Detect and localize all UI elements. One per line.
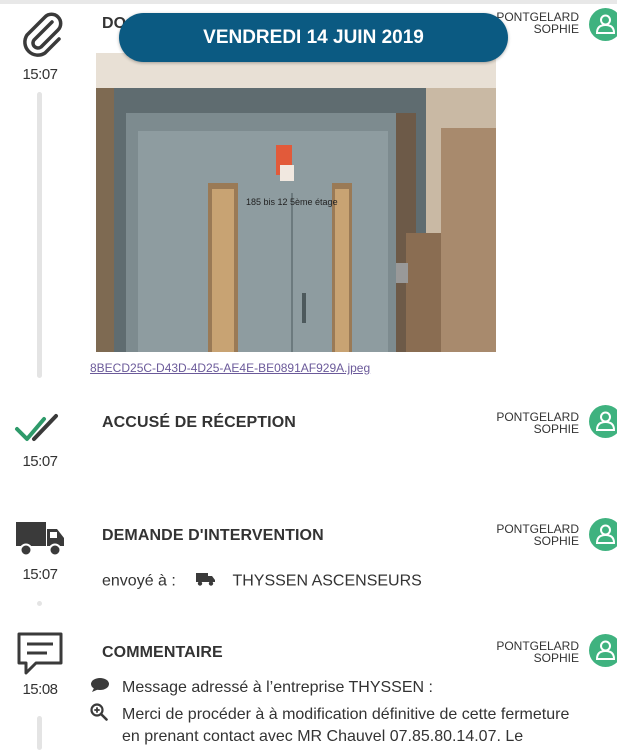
- avatar[interactable]: [589, 518, 617, 551]
- timeline-line: [37, 716, 42, 750]
- comment-body-line: Merci de procéder à à modification défin…: [90, 703, 569, 726]
- zoom-icon[interactable]: [90, 703, 112, 726]
- entry-icon-column: 15:07: [10, 8, 70, 83]
- user-icon: [596, 640, 615, 660]
- paperclip-icon: [10, 8, 70, 60]
- user-icon: [596, 14, 615, 34]
- author-name: PONTGELARD SOPHIE: [496, 639, 579, 665]
- avatar[interactable]: [589, 8, 617, 41]
- timeline-line: [37, 601, 42, 606]
- speech-bubble-icon: [90, 677, 112, 698]
- entry-time: 15:07: [22, 453, 58, 470]
- double-check-icon: [10, 410, 70, 444]
- entry-time: 15:07: [22, 566, 58, 583]
- avatar[interactable]: [589, 405, 617, 438]
- attachment-photo[interactable]: 185 bis 12 5ème étage: [96, 53, 496, 352]
- avatar[interactable]: [589, 634, 617, 667]
- attachment-file-link[interactable]: 8BECD25C-D43D-4D25-AE4E-BE0891AF929A.jpe…: [90, 361, 370, 375]
- user-icon: [596, 524, 615, 544]
- author-name: PONTGELARD SOPHIE: [496, 410, 579, 436]
- entry-title: ACCUSÉ DE RÉCEPTION: [102, 414, 296, 431]
- entry-time: 15:08: [22, 681, 58, 698]
- truck-icon: [196, 572, 216, 591]
- date-banner: VENDREDI 14 JUIN 2019: [119, 13, 508, 62]
- entry-icon-column: 15:08: [10, 631, 70, 698]
- sent-to-label: envoyé à :: [102, 572, 176, 590]
- entry-icon-column: 15:07: [10, 519, 70, 583]
- entry-icon-column: 15:07: [10, 410, 70, 470]
- entry-title: COMMENTAIRE: [102, 644, 223, 661]
- comment-body-line: en prenant contact avec MR Chauvel 07.85…: [122, 728, 524, 745]
- entry-title: DEMANDE D'INTERVENTION: [102, 527, 324, 544]
- author-name: PONTGELARD SOPHIE: [496, 10, 579, 36]
- comment-icon: [10, 631, 70, 679]
- svg-text:185 bis 12 5ème étage: 185 bis 12 5ème étage: [246, 197, 338, 207]
- entry-time: 15:07: [22, 66, 58, 83]
- message-line: Message adressé à l’entreprise THYSSEN :: [90, 677, 433, 698]
- author-name: PONTGELARD SOPHIE: [496, 522, 579, 548]
- timeline-line: [37, 92, 42, 378]
- top-divider: [0, 0, 617, 4]
- user-icon: [596, 411, 615, 431]
- truck-icon: [10, 519, 70, 559]
- sent-to-row: envoyé à : THYSSEN ASCENSEURS: [102, 572, 422, 591]
- recipient-name: THYSSEN ASCENSEURS: [232, 572, 422, 590]
